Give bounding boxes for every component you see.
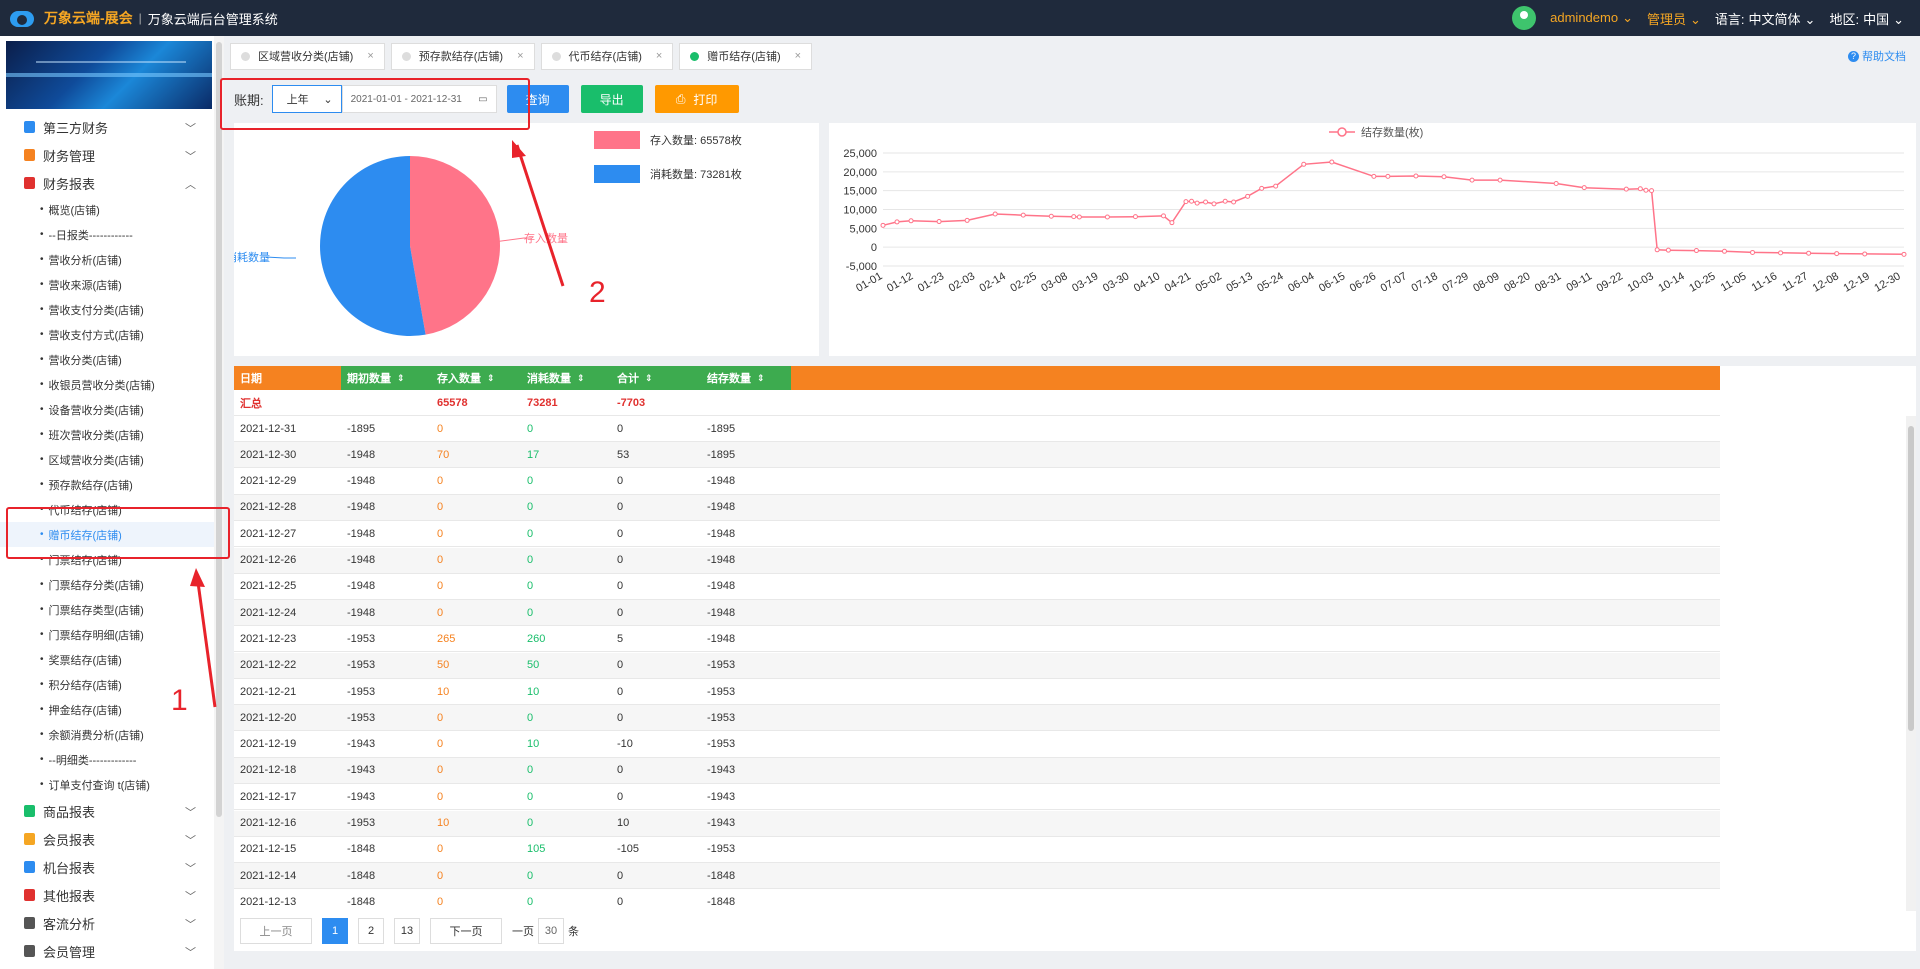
annotation-number-2: 2: [589, 276, 606, 309]
annotation-arrowhead-1: [190, 568, 205, 587]
annotation-arrows: [190, 140, 565, 708]
annotation-number-1: 1: [171, 684, 188, 717]
annotation-arrow-1: [195, 574, 217, 708]
annotation-arrowhead-2: [512, 140, 526, 158]
annotation-arrow-2: [515, 144, 565, 287]
